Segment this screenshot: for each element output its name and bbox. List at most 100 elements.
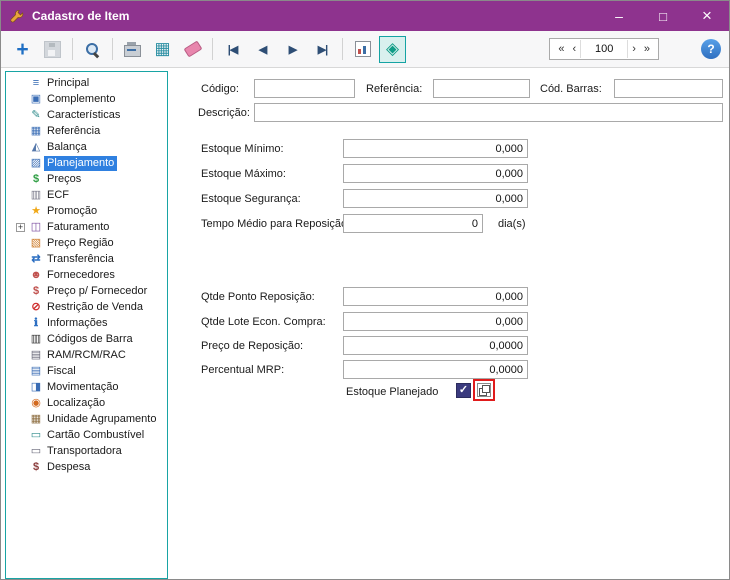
toolbar-separator bbox=[212, 38, 213, 60]
sidebar-item-informacoes[interactable]: Informações bbox=[6, 315, 167, 331]
expander-spacer bbox=[14, 363, 28, 379]
expand-icon[interactable]: + bbox=[16, 223, 25, 232]
qtde-lote-label: Qtde Lote Econ. Compra: bbox=[201, 316, 326, 328]
restriction-icon bbox=[28, 299, 44, 315]
referencia-label: Referência: bbox=[366, 83, 422, 95]
document-icon bbox=[28, 347, 44, 363]
nav-prev-button[interactable]: ◀ bbox=[249, 36, 276, 63]
estoque-planejado-checkbox[interactable] bbox=[456, 383, 471, 398]
estoque-minimo-input[interactable] bbox=[343, 139, 528, 158]
pager-next-button[interactable]: › bbox=[628, 40, 640, 58]
list-icon bbox=[28, 75, 44, 91]
sidebar-item-label: Preços bbox=[44, 172, 84, 187]
sidebar-item-fornecedores[interactable]: Fornecedores bbox=[6, 267, 167, 283]
expander-spacer bbox=[14, 203, 28, 219]
scale-icon bbox=[28, 139, 44, 155]
maximize-button[interactable]: □ bbox=[641, 1, 685, 31]
sidebar-item-transferencia[interactable]: Transferência bbox=[6, 251, 167, 267]
sidebar-item-label: RAM/RCM/RAC bbox=[44, 348, 129, 363]
sidebar-item-balanca[interactable]: Balança bbox=[6, 139, 167, 155]
cod-barras-input[interactable] bbox=[614, 79, 723, 98]
location-icon bbox=[28, 395, 44, 411]
expander-spacer bbox=[14, 155, 28, 171]
floppy-icon bbox=[44, 41, 61, 58]
minimize-button[interactable]: – bbox=[597, 1, 641, 31]
sidebar-item-preco-regiao[interactable]: Preço Região bbox=[6, 235, 167, 251]
eraser-button[interactable] bbox=[179, 36, 206, 63]
sidebar-item-faturamento[interactable]: +Faturamento bbox=[6, 219, 167, 235]
estoque-maximo-input[interactable] bbox=[343, 164, 528, 183]
sidebar-item-codigos-de-barra[interactable]: Códigos de Barra bbox=[6, 331, 167, 347]
titlebar: Cadastro de Item – □ × bbox=[1, 1, 729, 31]
copy-planned-stock-button[interactable] bbox=[477, 383, 491, 397]
toolbar-separator bbox=[112, 38, 113, 60]
sidebar-item-referencia[interactable]: Referência bbox=[6, 123, 167, 139]
sidebar-item-label: Referência bbox=[44, 124, 103, 139]
search-button[interactable] bbox=[79, 36, 106, 63]
planning-icon bbox=[28, 155, 44, 171]
sidebar-item-movimentacao[interactable]: Movimentação bbox=[6, 379, 167, 395]
pager-prev-button[interactable]: ‹ bbox=[569, 40, 581, 58]
grid-button[interactable] bbox=[149, 36, 176, 63]
save-button[interactable] bbox=[39, 36, 66, 63]
percentual-mrp-input[interactable] bbox=[343, 360, 528, 379]
sidebar-item-precos[interactable]: Preços bbox=[6, 171, 167, 187]
expander-spacer bbox=[14, 187, 28, 203]
nav-first-button[interactable]: |◀ bbox=[219, 36, 246, 63]
sidebar-item-label: Unidade Agrupamento bbox=[44, 412, 159, 427]
fuel-card-icon bbox=[28, 427, 44, 443]
preco-reposicao-input[interactable] bbox=[343, 336, 528, 355]
close-button[interactable]: × bbox=[685, 1, 729, 31]
qtde-lote-input[interactable] bbox=[343, 312, 528, 331]
help-button[interactable]: ? bbox=[701, 39, 721, 59]
sidebar-item-caracteristicas[interactable]: Características bbox=[6, 107, 167, 123]
sidebar-item-despesa[interactable]: Despesa bbox=[6, 459, 167, 475]
invoice-icon bbox=[28, 219, 44, 235]
sidebar-item-localizacao[interactable]: Localização bbox=[6, 395, 167, 411]
pager-value: 100 bbox=[580, 40, 628, 58]
sidebar-item-transportadora[interactable]: Transportadora bbox=[6, 443, 167, 459]
tempo-medio-label: Tempo Médio para Reposição: bbox=[201, 218, 350, 230]
nav-last-button[interactable]: ▶| bbox=[309, 36, 336, 63]
tempo-medio-input[interactable] bbox=[343, 214, 483, 233]
sidebar-item-promocao[interactable]: Promoção bbox=[6, 203, 167, 219]
percentual-mrp-label: Percentual MRP: bbox=[201, 364, 284, 376]
sidebar-item-unidade-agrupamento[interactable]: Unidade Agrupamento bbox=[6, 411, 167, 427]
sidebar-item-planejamento[interactable]: Planejamento bbox=[6, 155, 167, 171]
qtde-ponto-input[interactable] bbox=[343, 287, 528, 306]
sidebar-item-label: Códigos de Barra bbox=[44, 332, 136, 347]
sidebar-item-preco-p-fornecedor[interactable]: Preço p/ Fornecedor bbox=[6, 283, 167, 299]
window-title: Cadastro de Item bbox=[32, 9, 597, 23]
estoque-seguranca-input[interactable] bbox=[343, 189, 528, 208]
sidebar-item-ram-rcm-rac[interactable]: RAM/RCM/RAC bbox=[6, 347, 167, 363]
last-record-icon: ▶| bbox=[318, 43, 328, 56]
codigo-input[interactable] bbox=[254, 79, 355, 98]
nav-next-button[interactable]: ▶ bbox=[279, 36, 306, 63]
truck-icon bbox=[28, 443, 44, 459]
expander-spacer bbox=[14, 139, 28, 155]
sidebar-item-cartao-combustivel[interactable]: Cartão Combustível bbox=[6, 427, 167, 443]
report-button[interactable] bbox=[349, 36, 376, 63]
pager-last-button[interactable]: » bbox=[640, 40, 654, 58]
sidebar-item-principal[interactable]: Principal bbox=[6, 75, 167, 91]
sidebar-item-label: Cartão Combustível bbox=[44, 428, 147, 443]
expander-spacer bbox=[14, 395, 28, 411]
expander-spacer bbox=[14, 331, 28, 347]
eraser-icon bbox=[183, 41, 202, 58]
notes-icon bbox=[28, 91, 44, 107]
pager-first-button[interactable]: « bbox=[554, 40, 568, 58]
sidebar-item-label: Fiscal bbox=[44, 364, 79, 379]
sidebar-item-fiscal[interactable]: Fiscal bbox=[6, 363, 167, 379]
sidebar-item-complemento[interactable]: Complemento bbox=[6, 91, 167, 107]
sidebar-item-restricao-de-venda[interactable]: Restrição de Venda bbox=[6, 299, 167, 315]
descricao-label: Descrição: bbox=[198, 107, 250, 119]
expense-icon bbox=[28, 459, 44, 475]
sidebar-item-label: Despesa bbox=[44, 460, 93, 475]
printer-button[interactable] bbox=[119, 36, 146, 63]
expander-spacer bbox=[14, 347, 28, 363]
referencia-input[interactable] bbox=[433, 79, 530, 98]
descricao-input[interactable] bbox=[254, 103, 723, 122]
sidebar-item-ecf[interactable]: ECF bbox=[6, 187, 167, 203]
planned-stock-toggle[interactable] bbox=[379, 36, 406, 63]
add-button[interactable]: + bbox=[9, 36, 36, 63]
